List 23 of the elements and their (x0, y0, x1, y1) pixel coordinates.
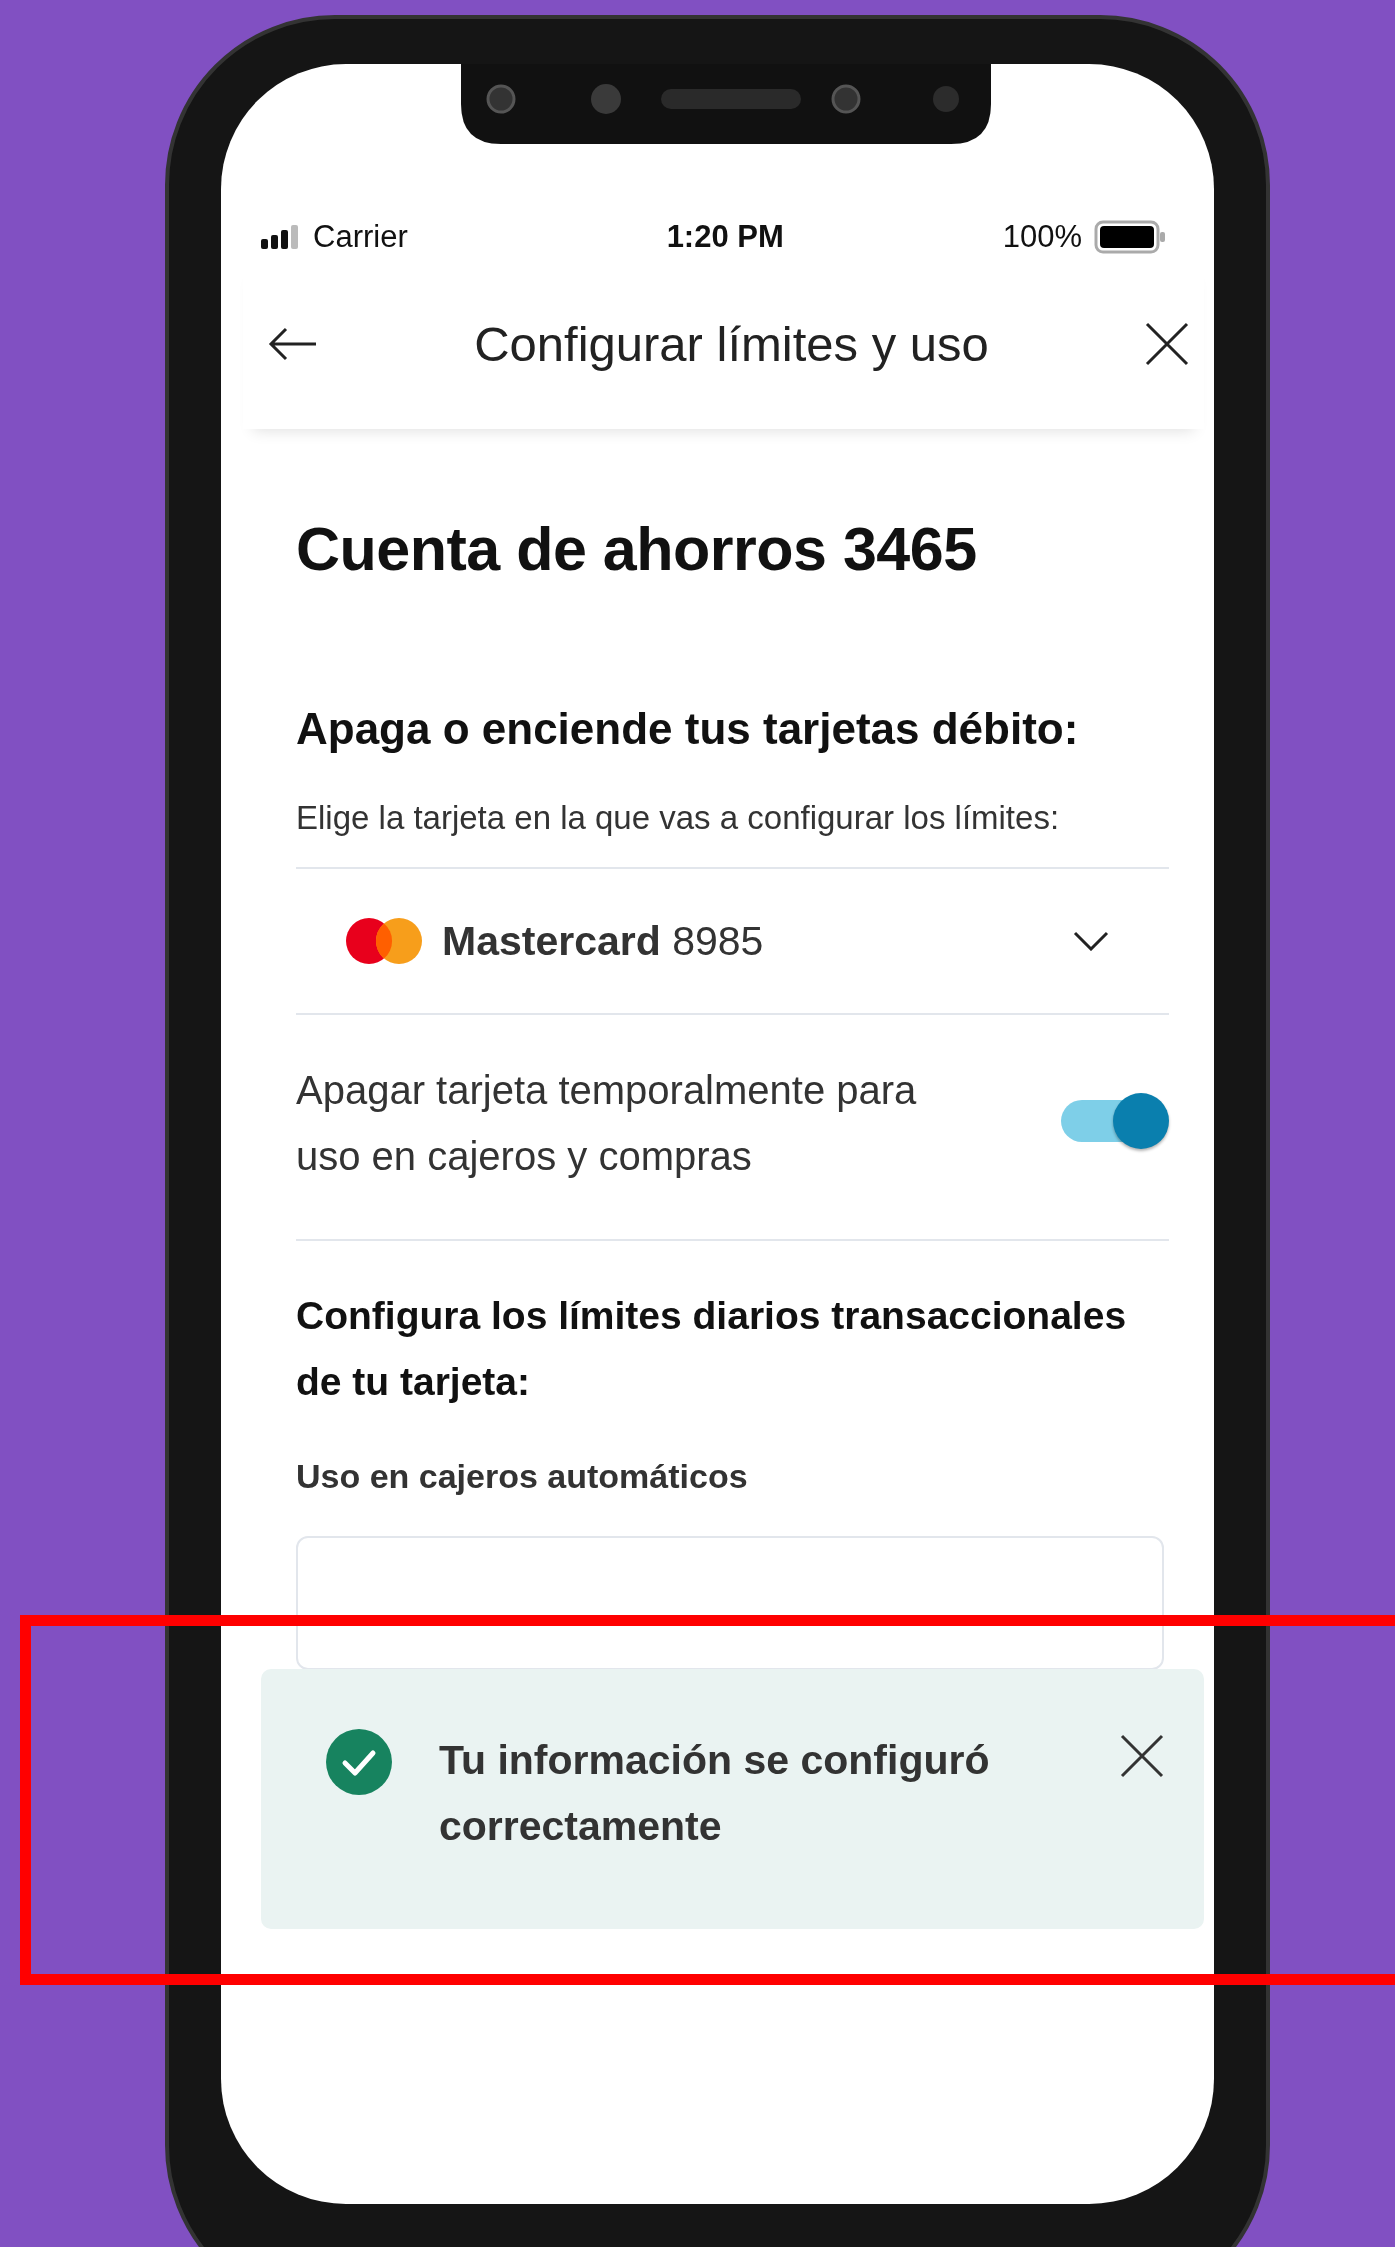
check-circle-icon (326, 1729, 392, 1795)
carrier-label: Carrier (313, 218, 408, 255)
signal-icon (261, 224, 301, 249)
account-title: Cuenta de ahorros 3465 (296, 514, 978, 584)
close-icon (1120, 1734, 1164, 1778)
close-icon (1145, 322, 1189, 366)
back-button[interactable] (268, 326, 318, 362)
close-button[interactable] (1145, 322, 1189, 366)
toggle-label: Apagar tarjeta temporalmente para uso en cajeros y compras (296, 1067, 918, 1180)
limits-heading: Configura los límites diarios transaccionales de tu tarjeta: (296, 1293, 1128, 1405)
atm-label: Uso en cajeros automáticos (296, 1457, 749, 1496)
header-title: Configurar límites y uso (474, 316, 989, 372)
battery-icon (1094, 219, 1166, 254)
section-heading: Apaga o enciende tus tarjetas débito: (296, 704, 1080, 754)
back-arrow-icon (268, 326, 318, 362)
instruction-text: Elige la tarjeta en la que vas a configurar los límites: (296, 799, 1169, 869)
toast-message: Tu información se configuró correctamente (439, 1736, 991, 1851)
chevron-down-icon (1073, 931, 1109, 951)
toast-close-button[interactable] (1120, 1734, 1164, 1778)
card-logo-icon (344, 916, 424, 966)
battery-percent: 100% (1002, 218, 1082, 255)
status-time: 1:20 PM (666, 218, 784, 255)
card-selector[interactable]: Mastercard 8985 (296, 869, 1169, 1015)
